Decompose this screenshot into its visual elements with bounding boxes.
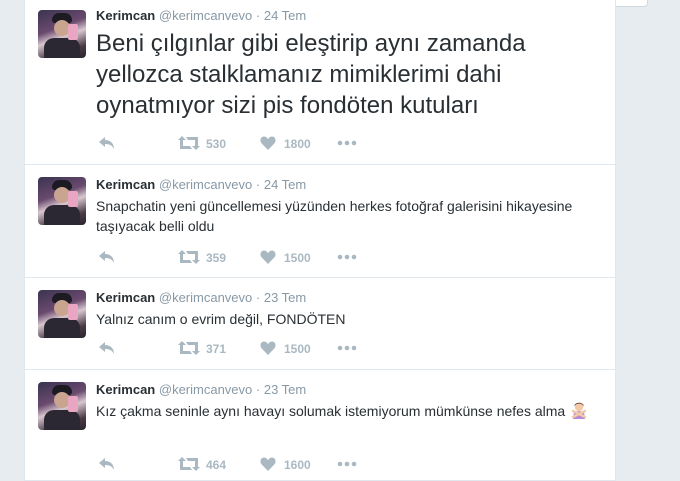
heart-icon[interactable] [260,249,276,265]
tweet-actions: 371 1500 [96,340,396,358]
tweet-actions: 464 1600 [96,456,396,474]
tweet-text-container: Kız çakma seninle aynı havayı solumak is… [96,401,601,421]
tweet-header: Kerimcan @kerimcanvevo · 23 Tem [96,290,306,305]
more-icon[interactable] [336,249,358,265]
retweet-count: 530 [206,137,227,151]
avatar[interactable] [38,10,86,58]
avatar[interactable] [38,290,86,338]
tweet-text: Kız çakma seninle aynı havayı solumak is… [96,403,566,419]
like-count: 1800 [284,137,311,151]
woman-gesturing-no-emoji [571,402,587,419]
heart-icon[interactable] [260,340,276,356]
retweet-count: 371 [206,342,227,356]
heart-icon[interactable] [260,135,276,151]
retweet-icon[interactable] [178,456,200,472]
tweet-header: Kerimcan @kerimcanvevo · 24 Tem [96,177,306,192]
reply-icon[interactable] [98,456,116,472]
tweet-text: Yalnız canım o evrim değil, FONDÖTEN [96,311,346,327]
tweet-date[interactable]: · 23 Tem [256,290,306,305]
tweet-text: Snapchatin yeni güncellemesi yüzünden he… [96,198,573,234]
more-icon[interactable] [336,135,358,151]
tweet-text: Beni çılgınlar gibi eleştirip aynı zaman… [96,30,526,119]
like-count: 1500 [284,342,311,356]
author-handle[interactable]: @kerimcanvevo [159,177,252,192]
more-icon[interactable] [336,456,358,472]
retweet-icon[interactable] [178,135,200,151]
tweet-header: Kerimcan @kerimcanvevo · 24 Tem [96,8,306,23]
author-name[interactable]: Kerimcan [96,8,155,23]
tweet-item[interactable]: Kerimcan @kerimcanvevo · 24 Tem Beni çıl… [25,0,615,165]
reply-icon[interactable] [98,249,116,265]
tweet-stream: Kerimcan @kerimcanvevo · 24 Tem Beni çıl… [24,0,616,481]
tweet-actions: 530 1800 [96,135,396,153]
heart-icon[interactable] [260,456,276,472]
retweet-icon[interactable] [178,340,200,356]
tweet-header: Kerimcan @kerimcanvevo · 23 Tem [96,382,306,397]
tweet-item[interactable]: Kerimcan @kerimcanvevo · 23 Tem Kız çakm… [25,370,615,481]
reply-icon[interactable] [98,340,116,356]
more-icon[interactable] [336,340,358,356]
tweet-date[interactable]: · 23 Tem [256,382,306,397]
like-count: 1500 [284,251,311,265]
author-handle[interactable]: @kerimcanvevo [159,382,252,397]
retweet-count: 464 [206,458,227,472]
tweet-date[interactable]: · 24 Tem [256,8,306,23]
reply-icon[interactable] [98,135,116,151]
author-handle[interactable]: @kerimcanvevo [159,290,252,305]
retweet-icon[interactable] [178,249,200,265]
tweet-item[interactable]: Kerimcan @kerimcanvevo · 24 Tem Snapchat… [25,165,615,278]
avatar[interactable] [38,177,86,225]
retweet-count: 359 [206,251,227,265]
avatar[interactable] [38,382,86,430]
tweet-actions: 359 1500 [96,249,396,267]
author-name[interactable]: Kerimcan [96,290,155,305]
author-name[interactable]: Kerimcan [96,177,155,192]
author-name[interactable]: Kerimcan [96,382,155,397]
like-count: 1600 [284,458,311,472]
author-handle[interactable]: @kerimcanvevo [159,8,252,23]
tweet-date[interactable]: · 24 Tem [256,177,306,192]
tweet-item[interactable]: Kerimcan @kerimcanvevo · 23 Tem Yalnız c… [25,278,615,370]
